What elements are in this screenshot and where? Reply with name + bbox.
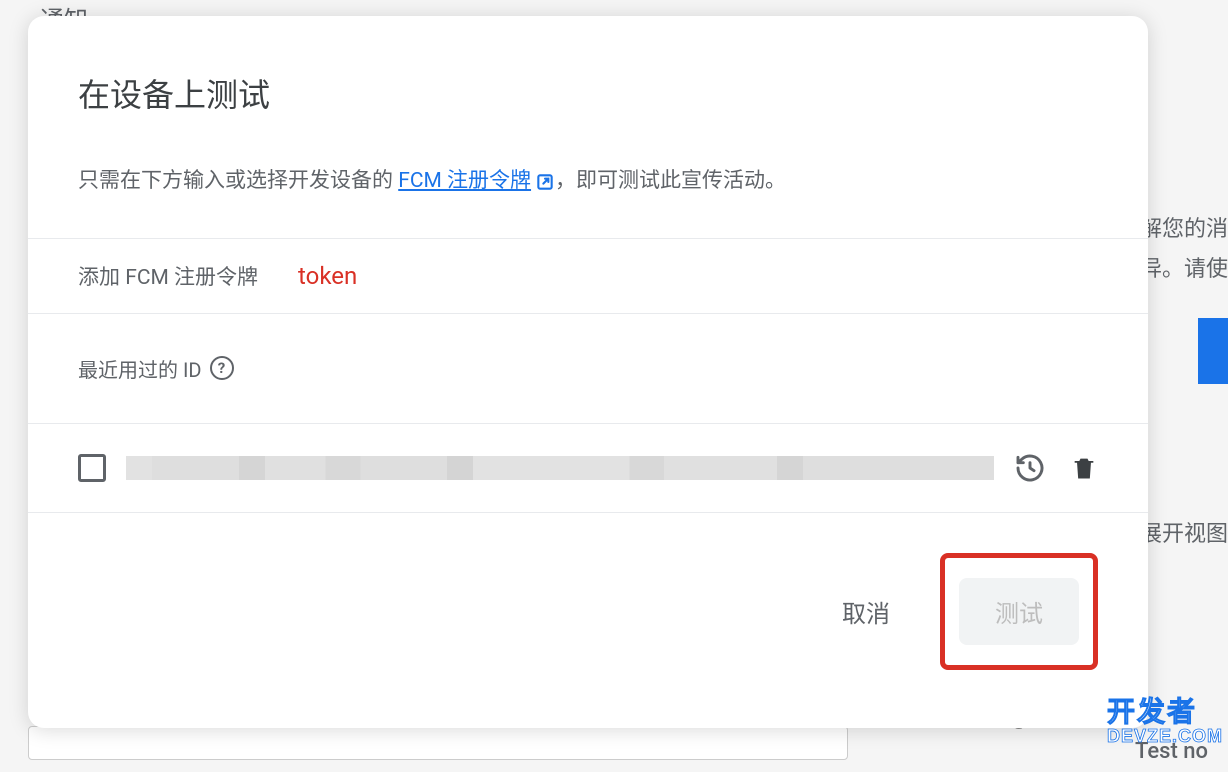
recent-ids-section: 最近用过的 ID ?	[28, 314, 1148, 423]
history-icon[interactable]	[1014, 452, 1046, 484]
token-list-item	[28, 423, 1148, 513]
help-icon[interactable]: ?	[210, 356, 234, 380]
token-annotation: token	[298, 262, 357, 290]
recent-ids-label: 最近用过的 ID	[78, 354, 202, 383]
test-on-device-modal: 在设备上测试 只需在下方输入或选择开发设备的 FCM 注册令牌 ，即可测试此宣传活…	[28, 16, 1148, 728]
watermark: 开发者 DEVZE.COM	[1107, 690, 1223, 747]
cancel-button[interactable]: 取消	[822, 582, 910, 641]
desc-suffix: ，即可测试此宣传活动。	[555, 169, 786, 193]
token-value-redacted	[126, 456, 994, 480]
test-button[interactable]: 测试	[959, 578, 1079, 645]
bg-blue-accent	[1198, 318, 1228, 384]
fcm-link-text: FCM 注册令牌	[398, 166, 531, 198]
modal-title: 在设备上测试	[28, 16, 1148, 116]
watermark-line2: DEVZE.COM	[1107, 726, 1223, 747]
trash-icon[interactable]	[1070, 452, 1098, 484]
external-link-icon	[535, 172, 555, 192]
bg-expand-text: 展开视图	[1140, 516, 1228, 548]
add-token-label: 添加 FCM 注册令牌	[78, 261, 258, 291]
desc-prefix: 只需在下方输入或选择开发设备的	[78, 169, 398, 193]
modal-description: 只需在下方输入或选择开发设备的 FCM 注册令牌 ，即可测试此宣传活动。	[28, 116, 1148, 238]
fcm-token-link[interactable]: FCM 注册令牌	[398, 166, 555, 198]
watermark-line1: 开发者	[1107, 690, 1223, 730]
add-token-row: 添加 FCM 注册令牌 token	[28, 238, 1148, 314]
modal-footer: 取消 测试	[28, 513, 1148, 710]
bg-partial-text: 解您的消 异。请使	[1140, 210, 1228, 289]
token-checkbox[interactable]	[78, 454, 106, 482]
token-actions	[1014, 452, 1098, 484]
bg-input-outline	[28, 726, 848, 760]
test-button-highlight: 测试	[940, 553, 1098, 670]
